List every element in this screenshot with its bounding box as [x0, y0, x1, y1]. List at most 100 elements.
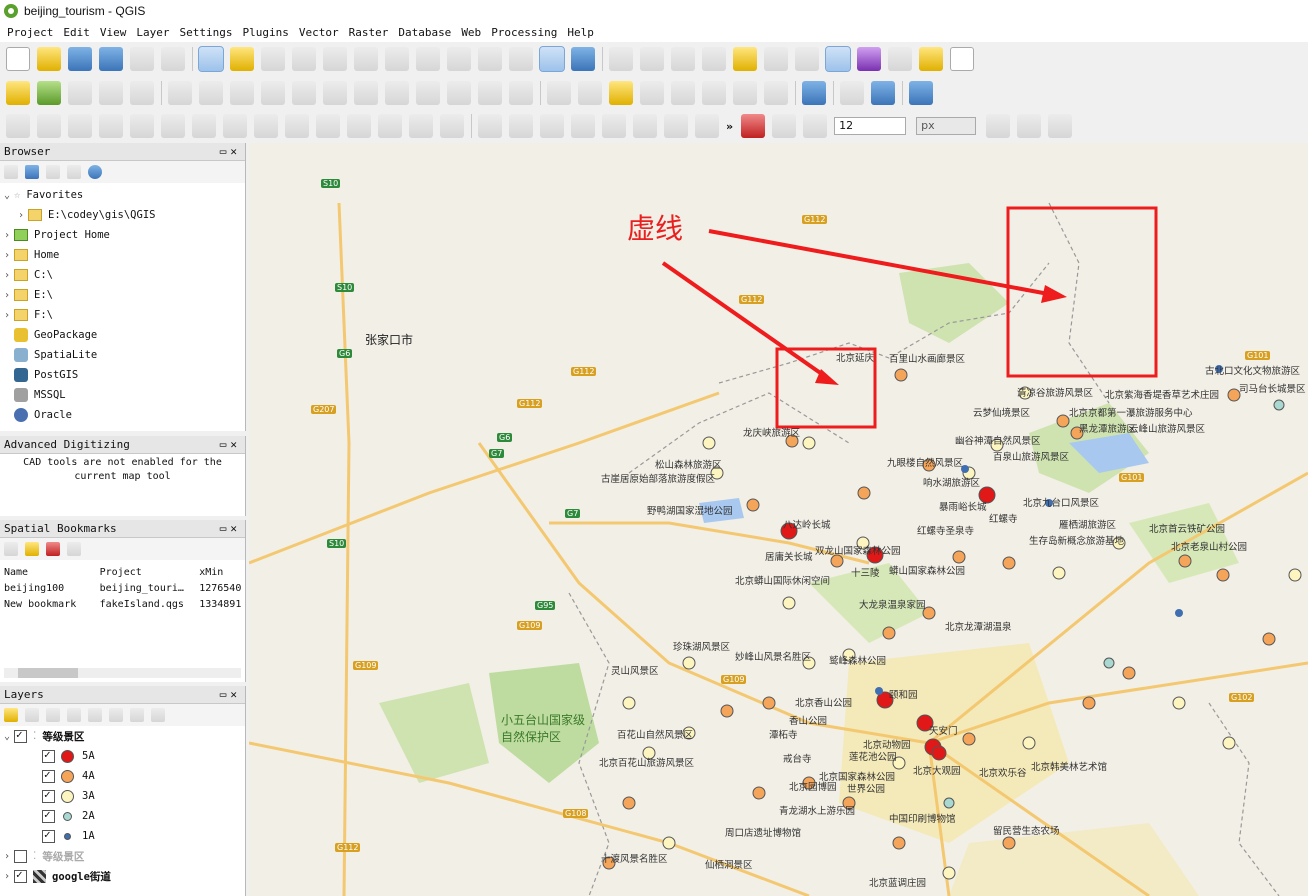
zoom-next-icon[interactable]: [478, 47, 502, 71]
redo-icon[interactable]: [509, 81, 533, 105]
data-source-manager-icon[interactable]: [6, 81, 30, 105]
column-header-xmin[interactable]: xMin: [199, 567, 245, 578]
zoom-native-icon[interactable]: [323, 47, 347, 71]
cut-features-icon[interactable]: [385, 81, 409, 105]
toggle-editing-pencil-icon[interactable]: [199, 81, 223, 105]
menu-view[interactable]: View: [97, 26, 134, 39]
menu-database[interactable]: Database: [395, 26, 458, 39]
zoom-selection-icon[interactable]: [385, 47, 409, 71]
class-checkbox[interactable]: [42, 748, 55, 763]
save-project-icon[interactable]: [68, 47, 92, 71]
menu-plugins[interactable]: Plugins: [239, 26, 295, 39]
filter-icon[interactable]: [46, 165, 60, 179]
label-change-icon[interactable]: [733, 81, 757, 105]
split-parts-icon[interactable]: [347, 114, 371, 138]
new-virtual-layer-icon[interactable]: [130, 81, 154, 105]
rotate-feature-icon[interactable]: [37, 114, 61, 138]
layer-visibility-checkbox[interactable]: [14, 868, 27, 883]
filter-legend-icon[interactable]: [67, 708, 81, 722]
zoom-out-icon[interactable]: [292, 47, 316, 71]
open-project-icon[interactable]: [37, 47, 61, 71]
menu-processing[interactable]: Processing: [488, 26, 564, 39]
snap-tolerance-input[interactable]: 12: [834, 117, 907, 135]
db-manager-icon[interactable]: [802, 81, 826, 105]
pan-to-selection-icon[interactable]: [230, 47, 254, 71]
browser-item-geopackage[interactable]: GeoPackage: [0, 325, 245, 345]
quickmapservices-icon[interactable]: [840, 81, 864, 105]
delete-bookmark-icon[interactable]: [46, 542, 60, 556]
browser-item-home[interactable]: › Home: [0, 245, 245, 265]
browser-item-c-drive[interactable]: › C:\: [0, 265, 245, 285]
help-icon[interactable]: [909, 81, 933, 105]
legend-item-2a[interactable]: 2A: [0, 806, 245, 826]
browser-item-f-drive[interactable]: › F:\: [0, 305, 245, 325]
browser-item-oracle[interactable]: Oracle: [0, 405, 245, 425]
layout-manager-icon[interactable]: [161, 47, 185, 71]
split-features-icon[interactable]: [316, 114, 340, 138]
horizontal-scrollbar[interactable]: [4, 668, 241, 678]
shape-digitize-2-icon[interactable]: [509, 114, 533, 138]
label-rotate-icon[interactable]: [702, 81, 726, 105]
fill-ring-icon[interactable]: [161, 114, 185, 138]
expand-all-icon[interactable]: [109, 708, 123, 722]
browser-item-e-drive[interactable]: › E:\: [0, 285, 245, 305]
save-as-icon[interactable]: [99, 47, 123, 71]
merge-attributes-icon[interactable]: [409, 114, 433, 138]
simplify-feature-icon[interactable]: [68, 114, 92, 138]
column-header-name[interactable]: Name: [0, 567, 100, 578]
snapping-type-icon[interactable]: [803, 114, 828, 138]
layer-visibility-checkbox[interactable]: [14, 728, 27, 743]
class-checkbox[interactable]: [42, 768, 55, 783]
layer-row-basemap[interactable]: ›google街道: [0, 866, 245, 886]
label-highlight-icon[interactable]: [609, 81, 633, 105]
statistics-sigma-icon[interactable]: [857, 47, 881, 71]
snap-unit-select[interactable]: px: [916, 117, 977, 135]
browser-item-spatialite[interactable]: SpatiaLite: [0, 345, 245, 365]
delete-ring-icon[interactable]: [192, 114, 216, 138]
refresh-icon[interactable]: [571, 47, 595, 71]
browser-item-project-home[interactable]: › Project Home: [0, 225, 245, 245]
add-group-icon[interactable]: [25, 708, 39, 722]
new-spatialite-icon[interactable]: [99, 81, 123, 105]
vertex-tool-icon[interactable]: [292, 81, 316, 105]
reshape-feature-icon[interactable]: [254, 114, 278, 138]
attribute-table-icon[interactable]: [764, 47, 788, 71]
digitize-triangle-icon[interactable]: [6, 114, 30, 138]
refresh-icon[interactable]: [25, 165, 39, 179]
add-part-icon[interactable]: [130, 114, 154, 138]
shape-digitize-4-icon[interactable]: [571, 114, 595, 138]
info-icon[interactable]: [88, 165, 102, 179]
print-layout-icon[interactable]: [130, 47, 154, 71]
menu-layer[interactable]: Layer: [133, 26, 176, 39]
topology-editing-icon[interactable]: [986, 114, 1011, 138]
table-row[interactable]: beijing100 beijing_touri… 1276540: [0, 580, 245, 596]
current-edits-icon[interactable]: [168, 81, 192, 105]
share-bookmark-icon[interactable]: [67, 542, 81, 556]
add-selected-layers-icon[interactable]: [4, 165, 18, 179]
legend-item-3a[interactable]: 3A: [0, 786, 245, 806]
menu-web[interactable]: Web: [458, 26, 488, 39]
filter-expression-icon[interactable]: [88, 708, 102, 722]
action-icon[interactable]: [640, 47, 664, 71]
label-move-icon[interactable]: [640, 81, 664, 105]
shape-digitize-8-icon[interactable]: [695, 114, 719, 138]
panel-float-close-icon[interactable]: ▭✕: [220, 145, 241, 158]
select-features-icon[interactable]: [671, 47, 695, 71]
delete-selected-icon[interactable]: [354, 81, 378, 105]
new-geopackage-icon[interactable]: [37, 81, 61, 105]
label-properties-icon[interactable]: [764, 81, 788, 105]
deselect-icon[interactable]: [733, 47, 757, 71]
class-checkbox[interactable]: [42, 788, 55, 803]
avoid-overlap-icon[interactable]: [1017, 114, 1042, 138]
select-by-value-icon[interactable]: [702, 47, 726, 71]
shape-digitize-5-icon[interactable]: [602, 114, 626, 138]
new-project-icon[interactable]: [6, 47, 30, 71]
browser-item-mssql[interactable]: MSSQL: [0, 385, 245, 405]
column-header-project[interactable]: Project: [100, 567, 200, 578]
modify-attributes-icon[interactable]: [323, 81, 347, 105]
shape-digitize-7-icon[interactable]: [664, 114, 688, 138]
undo-icon[interactable]: [478, 81, 502, 105]
layer-row-scenic[interactable]: ⌄⁚等级景区: [0, 726, 245, 746]
field-calculator-icon[interactable]: [795, 47, 819, 71]
label-show-icon[interactable]: [671, 81, 695, 105]
